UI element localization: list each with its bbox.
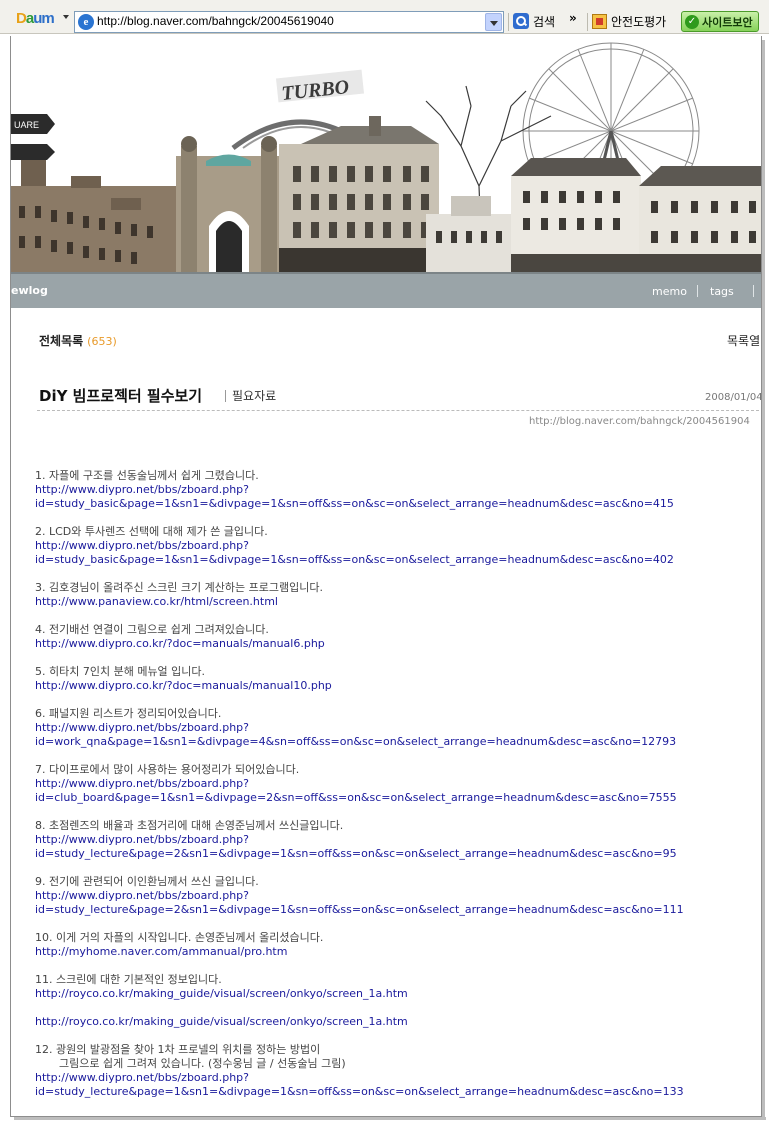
item-link[interactable]: http://www.diypro.net/bbs/zboard.php?	[35, 777, 759, 791]
item-text: 5. 히타치 7인치 분해 메뉴얼 입니다.	[35, 665, 206, 678]
post-category-link[interactable]: 필요자료	[225, 390, 276, 402]
item-link[interactable]: http://royco.co.kr/making_guide/visual/s…	[35, 1015, 759, 1029]
page-frame: UARE TURBO ewlog memo tags 전체목록 (653) 목록…	[10, 36, 762, 1117]
site-security-button[interactable]: ✓ 사이트보안	[681, 11, 759, 32]
item-link[interactable]: http://myhome.naver.com/ammanual/pro.htm	[35, 945, 759, 959]
item-link[interactable]: id=work_qna&page=1&sn1=&divpage=4&sn=off…	[35, 735, 759, 749]
nav-divider	[697, 285, 698, 297]
more-chevron-icon[interactable]: »	[569, 11, 577, 25]
item-text-continued: 그림으로 쉽게 그려져 있습니다. (정수웅님 글 / 선동술님 그림)	[59, 1057, 346, 1070]
list-toggle-link[interactable]: 목록열	[727, 332, 760, 349]
item-link[interactable]: id=study_lecture&page=2&sn1=&divpage=1&s…	[35, 847, 759, 861]
item-link[interactable]: http://www.diypro.net/bbs/zboard.php?	[35, 889, 759, 903]
cityscape-illustration: UARE TURBO	[11, 36, 761, 274]
toolbar-divider	[587, 13, 588, 31]
chevron-down-icon[interactable]	[63, 15, 69, 19]
item-link[interactable]: http://royco.co.kr/making_guide/visual/s…	[35, 987, 759, 1001]
logo-letter: um	[33, 10, 54, 27]
item-text: 12. 광원의 발광점을 찾아 1차 프로넬의 위치를 정하는 방법이	[35, 1043, 321, 1056]
ie-page-icon: e	[78, 14, 94, 30]
safety-rating-button[interactable]: 안전도평가	[592, 11, 666, 31]
item-link[interactable]: id=club_board&page=1&sn1=&divpage=2&sn=o…	[35, 791, 759, 805]
search-button[interactable]: 검색	[513, 11, 555, 31]
item-link[interactable]: http://www.diypro.net/bbs/zboard.php?	[35, 833, 759, 847]
item-link[interactable]: http://www.panaview.co.kr/html/screen.ht…	[35, 595, 759, 609]
item-link[interactable]: http://www.diypro.net/bbs/zboard.php?	[35, 539, 759, 553]
search-icon	[513, 13, 529, 29]
nav-memo-link[interactable]: memo	[652, 285, 687, 298]
blog-header-banner: UARE TURBO	[11, 36, 761, 274]
item-text: 4. 전기배선 연결이 그림으로 쉽게 그려져있습니다.	[35, 623, 269, 636]
item-link[interactable]: id=study_lecture&page=1&sn1=&divpage=1&s…	[35, 1085, 759, 1099]
list-item: 11. 스크린에 대한 기본적인 정보입니다. http://royco.co.…	[35, 973, 759, 1029]
item-text: 3. 김호경님이 올려주신 스크린 크기 계산하는 프로그램입니다.	[35, 581, 323, 594]
address-bar[interactable]: e http://blog.naver.com/bahngck/20045619…	[74, 11, 504, 33]
list-item: 6. 패널지원 리스트가 정리되어있습니다. http://www.diypro…	[35, 707, 759, 749]
item-text: 9. 전기에 관련되어 이인환님께서 쓰신 글입니다.	[35, 875, 259, 888]
list-item: 5. 히타치 7인치 분해 메뉴얼 입니다. http://www.diypro…	[35, 665, 759, 693]
list-item: 7. 다이프로에서 많이 사용하는 용어정리가 되어있습니다. http://w…	[35, 763, 759, 805]
post-date: 2008/01/04	[705, 392, 762, 403]
frame-shadow	[14, 1117, 766, 1120]
item-text: 1. 자플에 구조를 선동술님께서 쉽게 그렸습니다.	[35, 469, 259, 482]
post-title: DiY 빔프로젝터 필수보기	[39, 387, 203, 405]
item-link[interactable]: id=study_lecture&page=2&sn1=&divpage=1&s…	[35, 903, 759, 917]
list-item: 9. 전기에 관련되어 이인환님께서 쓰신 글입니다. http://www.d…	[35, 875, 759, 917]
list-item: 3. 김호경님이 올려주신 스크린 크기 계산하는 프로그램입니다. http:…	[35, 581, 759, 609]
list-item: 10. 이게 거의 자플의 시작입니다. 손영준님께서 올리셨습니다. http…	[35, 931, 759, 959]
post-list-header[interactable]: 전체목록 (653)	[39, 332, 117, 349]
nav-tags-link[interactable]: tags	[710, 285, 734, 298]
frame-shadow	[762, 40, 765, 1120]
daum-logo[interactable]: Daum	[16, 10, 60, 30]
item-link[interactable]: id=study_basic&page=1&sn1=&divpage=1&sn=…	[35, 497, 759, 511]
safety-rating-icon	[592, 13, 607, 29]
list-item: 2. LCD와 투사렌즈 선택에 대해 제가 쓴 글입니다. http://ww…	[35, 525, 759, 567]
item-link[interactable]: id=study_basic&page=1&sn1=&divpage=1&sn=…	[35, 553, 759, 567]
item-link[interactable]: http://www.diypro.net/bbs/zboard.php?	[35, 483, 759, 497]
item-text: 6. 패널지원 리스트가 정리되어있습니다.	[35, 707, 222, 720]
item-text: 10. 이게 거의 자플의 시작입니다. 손영준님께서 올리셨습니다.	[35, 931, 324, 944]
address-url[interactable]: http://blog.naver.com/bahngck/2004561904…	[97, 14, 334, 28]
list-item: 12. 광원의 발광점을 찾아 1차 프로넬의 위치를 정하는 방법이 그림으로…	[35, 1043, 759, 1099]
item-text: 11. 스크린에 대한 기본적인 정보입니다.	[35, 973, 222, 986]
item-text: 8. 초점렌즈의 배율과 초점거리에 대해 손영준님께서 쓰신글입니다.	[35, 819, 344, 832]
browser-toolbar: Daum e http://blog.naver.com/bahngck/200…	[0, 0, 769, 34]
address-dropdown-button[interactable]	[485, 13, 502, 31]
safety-rating-label: 안전도평가	[611, 14, 667, 29]
divider	[37, 410, 759, 411]
blog-brand[interactable]: ewlog	[11, 284, 48, 297]
list-item: 1. 자플에 구조를 선동술님께서 쉽게 그렸습니다. http://www.d…	[35, 469, 759, 511]
toolbar-divider	[508, 13, 509, 31]
item-link[interactable]: http://www.diypro.net/bbs/zboard.php?	[35, 1071, 759, 1085]
post-body: 1. 자플에 구조를 선동술님께서 쉽게 그렸습니다. http://www.d…	[35, 469, 759, 1113]
blog-nav-bar: ewlog memo tags	[11, 274, 761, 308]
nav-divider	[753, 285, 754, 297]
item-link[interactable]: http://www.diypro.co.kr/?doc=manuals/man…	[35, 679, 759, 693]
item-text: 2. LCD와 투사렌즈 선택에 대해 제가 쓴 글입니다.	[35, 525, 268, 538]
check-icon: ✓	[685, 14, 699, 29]
site-security-label: 사이트보안	[702, 15, 753, 29]
item-link[interactable]: http://www.diypro.co.kr/?doc=manuals/man…	[35, 637, 759, 651]
search-label: 검색	[533, 14, 556, 29]
post-permalink[interactable]: http://blog.naver.com/bahngck/2004561904	[529, 416, 750, 427]
post-list-title: 전체목록	[39, 334, 84, 348]
svg-text:UARE: UARE	[14, 120, 39, 130]
post-count-badge: (653)	[87, 335, 117, 348]
logo-letter: D	[16, 10, 27, 27]
list-item: 8. 초점렌즈의 배율과 초점거리에 대해 손영준님께서 쓰신글입니다. htt…	[35, 819, 759, 861]
item-link[interactable]: http://www.diypro.net/bbs/zboard.php?	[35, 721, 759, 735]
item-text: 7. 다이프로에서 많이 사용하는 용어정리가 되어있습니다.	[35, 763, 300, 776]
list-item: 4. 전기배선 연결이 그림으로 쉽게 그려져있습니다. http://www.…	[35, 623, 759, 651]
